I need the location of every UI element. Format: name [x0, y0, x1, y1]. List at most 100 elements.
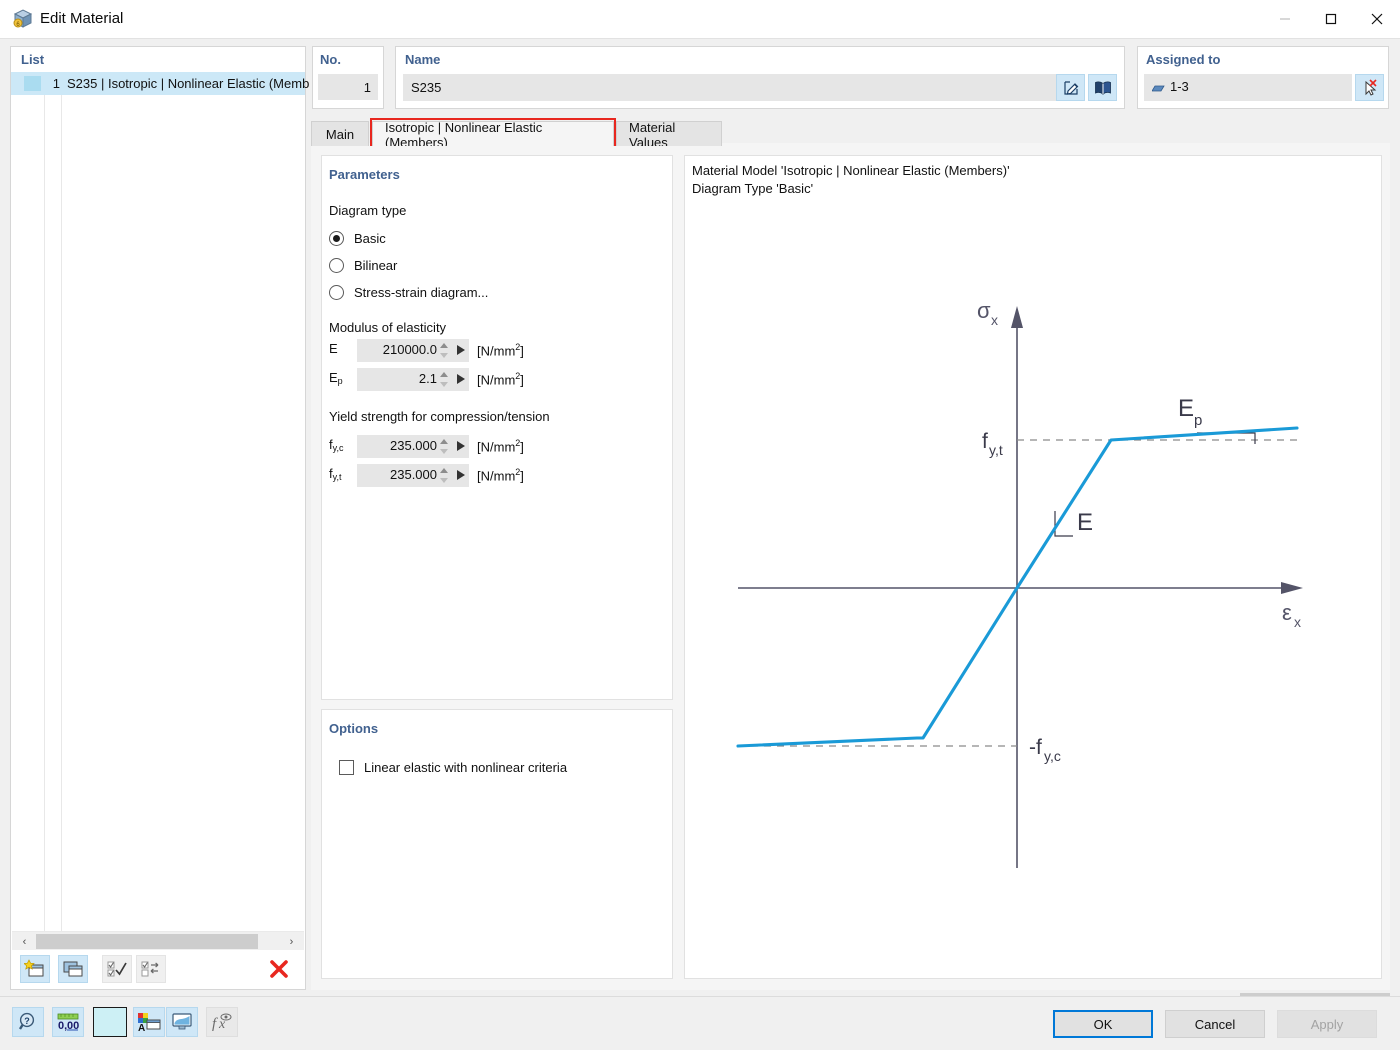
radio-stress-strain-diagram[interactable]: Stress-strain diagram...: [329, 281, 488, 303]
new-material-button[interactable]: [20, 955, 50, 983]
scroll-left-icon[interactable]: ‹: [15, 932, 34, 951]
svg-text:-f: -f: [1029, 736, 1042, 759]
expand-arrow-icon[interactable]: [457, 374, 465, 384]
close-icon[interactable]: [1354, 0, 1400, 38]
checkbox-linear-elastic-with-nonlinear-criteria[interactable]: Linear elastic with nonlinear criteria: [339, 757, 567, 777]
list-item[interactable]: 1 S235 | Isotropic | Nonlinear Elastic (…: [11, 72, 305, 95]
color-swatch-icon[interactable]: [93, 1007, 127, 1037]
svg-text:?: ?: [24, 1016, 30, 1026]
assigned-to-input[interactable]: 1-3: [1144, 74, 1352, 101]
tab-material-values[interactable]: Material Values: [616, 121, 722, 147]
tab-main[interactable]: Main: [311, 121, 369, 147]
number-panel: No.: [312, 46, 384, 109]
svg-text:A: A: [138, 1023, 145, 1032]
expand-arrow-icon[interactable]: [457, 441, 465, 451]
radio-basic[interactable]: Basic: [329, 227, 386, 249]
spinner-up-icon[interactable]: [440, 468, 448, 473]
tab-label: Material Values: [629, 120, 709, 150]
field-value: 2.1: [419, 371, 437, 386]
x-axis-label: ε x: [1282, 600, 1301, 630]
field-label-sub: y,t: [333, 472, 342, 482]
svg-text:E: E: [1077, 509, 1093, 536]
svg-text:x: x: [1294, 614, 1301, 630]
field-value: 210000.0: [383, 342, 437, 357]
field-label-fyc: fy,c: [329, 437, 353, 453]
options-title: Options: [329, 721, 378, 736]
spinner-E[interactable]: [440, 341, 449, 360]
list-toolbar: [12, 950, 304, 988]
radio-label: Bilinear: [354, 258, 397, 273]
tab-isotropic-nonlinear-elastic-members[interactable]: Isotropic | Nonlinear Elastic (Members): [372, 121, 614, 147]
number-label: No.: [320, 52, 341, 67]
cursor-delete-icon[interactable]: [1355, 74, 1384, 101]
help-magnifier-icon[interactable]: ?: [12, 1007, 44, 1037]
field-unit-Ep: [N/mm2]: [477, 371, 524, 387]
copy-material-button[interactable]: [58, 955, 88, 983]
spinner-down-icon[interactable]: [440, 353, 448, 358]
content-vertical-scrollbar[interactable]: [1390, 46, 1400, 990]
label-Ep: E p: [1178, 395, 1202, 429]
list-body[interactable]: 1 S235 | Isotropic | Nonlinear Elastic (…: [11, 72, 305, 967]
unit-prefix: [N/mm: [477, 468, 515, 483]
cancel-button[interactable]: Cancel: [1165, 1010, 1265, 1038]
book-library-icon[interactable]: [1088, 74, 1117, 101]
spinner-down-icon[interactable]: [440, 449, 448, 454]
list-item-label: S235 | Isotropic | Nonlinear Elastic (Me…: [67, 76, 315, 91]
delete-material-button[interactable]: [264, 955, 294, 983]
field-value: 235.000: [390, 467, 437, 482]
scrollbar-thumb[interactable]: [36, 934, 258, 949]
svg-text:x: x: [991, 312, 998, 328]
number-input[interactable]: [318, 74, 378, 100]
spinner-up-icon[interactable]: [440, 343, 448, 348]
yield-strength-label: Yield strength for compression/tension: [329, 409, 550, 424]
material-cube-icon: 6: [12, 8, 34, 30]
radio-indicator: [329, 231, 344, 246]
edit-material-dialog: 6 Edit Material List 1 S235 | Isotro: [0, 0, 1400, 1050]
field-label-text: E: [329, 341, 338, 356]
list-header: List: [11, 47, 305, 72]
units-000-icon[interactable]: 0, 00: [52, 1007, 84, 1037]
checkbox-indicator: [339, 760, 354, 775]
list-horizontal-scrollbar[interactable]: ‹ ›: [12, 931, 304, 950]
scroll-right-icon[interactable]: ›: [282, 932, 301, 951]
minimize-icon[interactable]: [1262, 0, 1308, 38]
name-label: Name: [405, 52, 440, 67]
spinner-down-icon[interactable]: [440, 382, 448, 387]
assigned-to-label: Assigned to: [1146, 52, 1220, 67]
name-input[interactable]: [403, 74, 1061, 101]
svg-text:E: E: [1178, 395, 1194, 422]
field-input-fyt[interactable]: 235.000: [357, 464, 469, 487]
field-unit-fyt: [N/mm2]: [477, 467, 524, 483]
select-all-button[interactable]: [102, 955, 132, 983]
modulus-of-elasticity-label: Modulus of elasticity: [329, 320, 446, 335]
spinner-fyt[interactable]: [440, 466, 449, 485]
color-table-icon[interactable]: A: [133, 1007, 165, 1037]
expand-arrow-icon[interactable]: [457, 470, 465, 480]
field-input-fyc[interactable]: 235.000: [357, 435, 469, 458]
assigned-to-value: 1-3: [1170, 79, 1189, 94]
spinner-up-icon[interactable]: [440, 372, 448, 377]
pencil-edit-icon[interactable]: [1056, 74, 1085, 101]
spinner-down-icon[interactable]: [440, 478, 448, 483]
spinner-up-icon[interactable]: [440, 439, 448, 444]
radio-bilinear[interactable]: Bilinear: [329, 254, 397, 276]
field-label-sub: y,c: [333, 443, 344, 453]
expand-arrow-icon[interactable]: [457, 345, 465, 355]
y-axis-label: σ x: [977, 298, 998, 328]
monitor-icon[interactable]: [166, 1007, 198, 1037]
list-item-number: 1: [45, 76, 60, 91]
maximize-icon[interactable]: [1308, 0, 1354, 38]
field-input-E[interactable]: 210000.0: [357, 339, 469, 362]
ok-button[interactable]: OK: [1053, 1010, 1153, 1038]
svg-text:f: f: [212, 1016, 218, 1032]
svg-text:y,t: y,t: [989, 442, 1003, 458]
label-E: E: [1077, 509, 1093, 536]
invert-selection-button[interactable]: [136, 955, 166, 983]
fx-icon[interactable]: f x: [206, 1007, 238, 1037]
unit-suffix: ]: [520, 343, 524, 358]
apply-button[interactable]: Apply: [1277, 1010, 1377, 1038]
unit-prefix: [N/mm: [477, 343, 515, 358]
spinner-Ep[interactable]: [440, 370, 449, 389]
field-input-Ep[interactable]: 2.1: [357, 368, 469, 391]
spinner-fyc[interactable]: [440, 437, 449, 456]
